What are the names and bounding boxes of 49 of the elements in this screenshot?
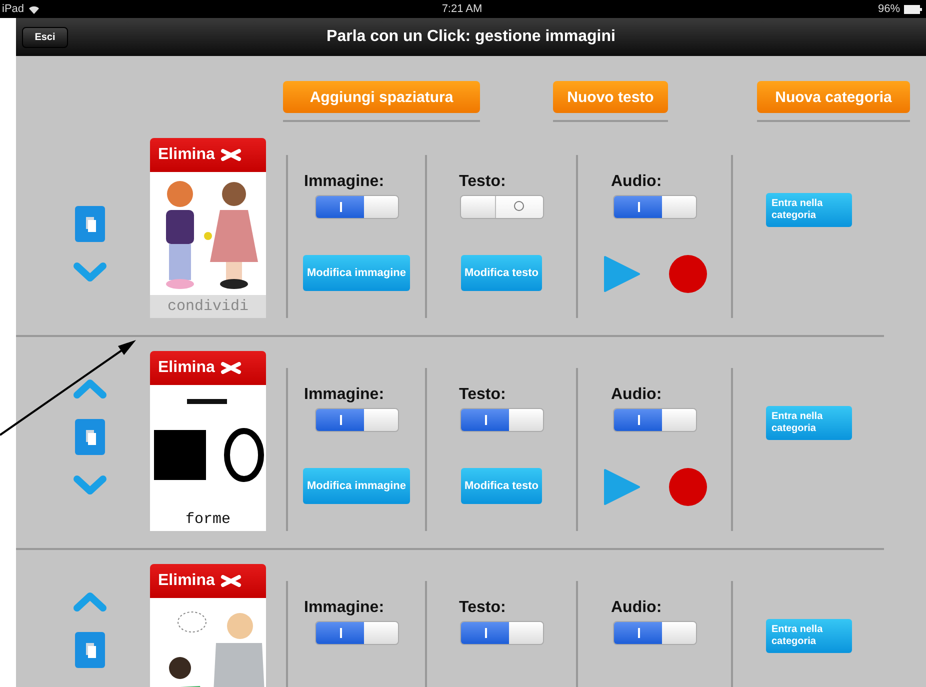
image-toggle[interactable] <box>314 408 398 432</box>
audio-label: Audio: <box>611 599 662 617</box>
toolbar-button[interactable]: Aggiungi spaziatura <box>283 81 480 113</box>
delete-button[interactable]: Elimina <box>150 351 266 385</box>
exit-button[interactable]: Esci <box>22 26 68 48</box>
delete-button[interactable]: Elimina <box>150 138 266 172</box>
enter-category-button[interactable]: Entra nella categoria <box>766 193 852 227</box>
audio-label: Audio: <box>611 173 662 191</box>
edit-text-button[interactable]: Modifica testo <box>460 255 542 291</box>
copy-icon[interactable] <box>75 419 105 455</box>
battery-icon <box>904 4 922 14</box>
move-up-icon[interactable] <box>73 377 107 399</box>
image-label: Immagine: <box>304 599 384 617</box>
toolbar-button[interactable]: Nuova categoria <box>757 81 910 113</box>
audio-toggle[interactable] <box>612 408 696 432</box>
wifi-icon <box>28 4 40 14</box>
text-toggle[interactable] <box>460 195 544 219</box>
device-name: iPad <box>2 3 24 15</box>
text-label: Testo: <box>459 599 506 617</box>
image-label: Immagine: <box>304 173 384 191</box>
image-toggle[interactable] <box>314 621 398 645</box>
close-icon <box>220 575 242 587</box>
record-icon[interactable] <box>668 468 706 506</box>
audio-toggle[interactable] <box>612 621 696 645</box>
screen-title: Parla con un Click: gestione immagini <box>326 28 616 46</box>
picture-caption: forme <box>150 508 266 531</box>
image-label: Immagine: <box>304 386 384 404</box>
delete-button[interactable]: Elimina <box>150 564 266 598</box>
image-toggle[interactable] <box>314 195 398 219</box>
edit-image-button[interactable]: Modifica immagine <box>302 255 410 291</box>
edit-text-button[interactable]: Modifica testo <box>460 468 542 504</box>
copy-icon[interactable] <box>75 632 105 668</box>
text-toggle[interactable] <box>460 621 544 645</box>
text-toggle[interactable] <box>460 408 544 432</box>
close-icon <box>220 362 242 374</box>
copy-icon[interactable] <box>75 206 105 242</box>
enter-category-button[interactable]: Entra nella categoria <box>766 406 852 440</box>
text-label: Testo: <box>459 386 506 404</box>
status-time: 7:21 AM <box>442 3 482 15</box>
audio-toggle[interactable] <box>612 195 696 219</box>
record-icon[interactable] <box>668 255 706 293</box>
audio-label: Audio: <box>611 386 662 404</box>
enter-category-button[interactable]: Entra nella categoria <box>766 619 852 653</box>
picture-caption: condividi <box>150 295 266 318</box>
close-icon <box>220 149 242 161</box>
edit-image-button[interactable]: Modifica immagine <box>302 468 410 504</box>
battery-level: 96% <box>878 3 900 15</box>
text-label: Testo: <box>459 173 506 191</box>
toolbar-button[interactable]: Nuovo testo <box>553 81 668 113</box>
